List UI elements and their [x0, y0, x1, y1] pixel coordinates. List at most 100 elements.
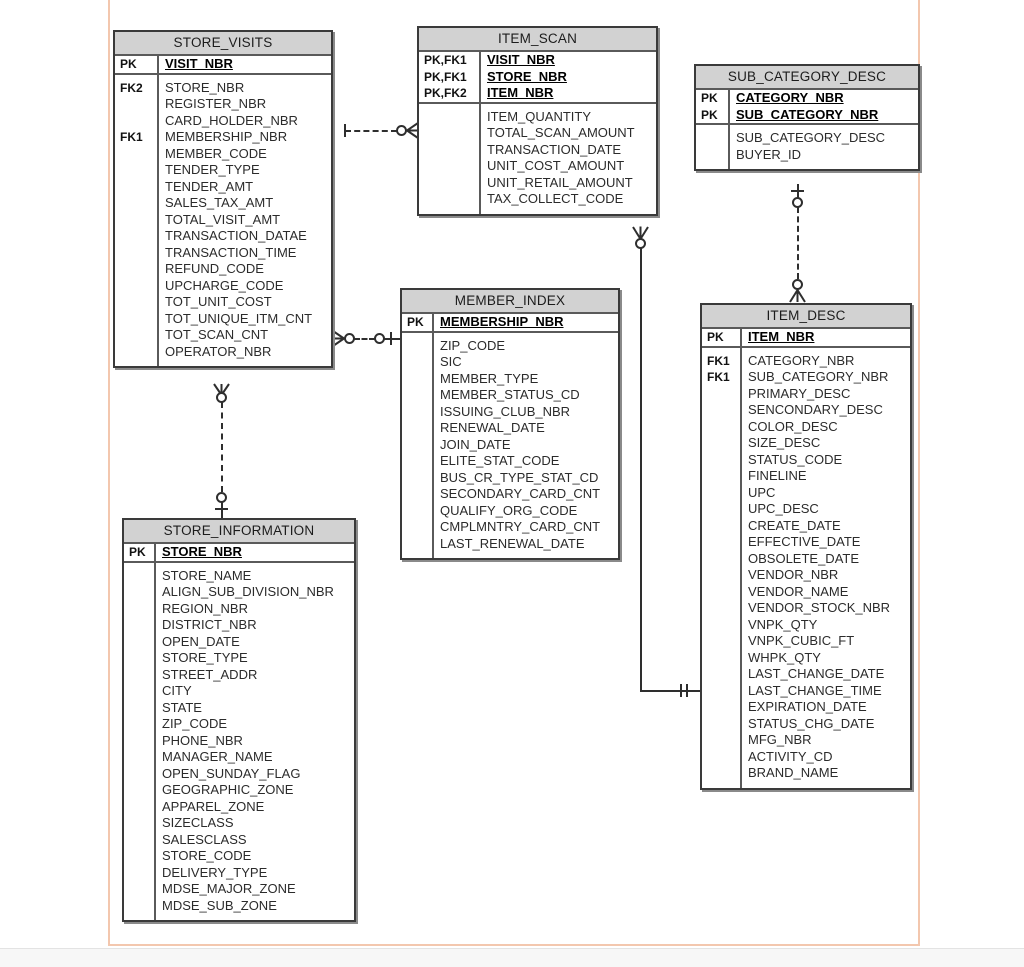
- attr-key-cell: [115, 162, 157, 179]
- attr-key-cell: [115, 311, 157, 328]
- attribute: QUALIFY_ORG_CODE: [440, 502, 578, 518]
- attr-key-cell: [124, 782, 154, 799]
- cardinality-optional-circle: [792, 197, 803, 208]
- attribute: GEOGRAPHIC_ZONE: [162, 782, 294, 797]
- attribute: REGION_NBR: [162, 600, 248, 616]
- attribute: OPERATOR_NBR: [165, 343, 272, 359]
- attribute: STORE_NBR: [165, 79, 245, 95]
- attribute: CREATE_DATE: [748, 517, 841, 533]
- entity-store-visits[interactable]: STORE_VISITS PK FK2 FK1 VISIT_NBR STORE_…: [113, 30, 333, 368]
- attr-key-cell: [115, 146, 157, 163]
- attribute: CMPLMNTRY_CARD_CNT: [440, 519, 601, 534]
- attr-key-cell: FK1: [707, 353, 730, 368]
- attribute: SECONDARY_CARD_CNT: [440, 486, 601, 501]
- entity-store-information[interactable]: STORE_INFORMATION PK STORE_NBR STORE_NAM…: [122, 518, 356, 922]
- attr-key-cell: [702, 402, 740, 419]
- attribute: SUB_CATEGORY_DESC: [736, 130, 886, 145]
- viewer-bottom-bar: [0, 948, 1024, 967]
- attribute: MEMBERSHIP_NBR: [165, 129, 288, 144]
- attr-key-cell: FK1: [707, 370, 730, 384]
- attribute: TENDER_TYPE: [165, 162, 260, 177]
- attr-key-cell: [124, 584, 154, 601]
- cardinality-optional-circle: [216, 492, 227, 503]
- attribute: STATE: [162, 699, 202, 715]
- attr-key-cell: [124, 683, 154, 700]
- attr-key-cell: [402, 503, 432, 520]
- attr-key-cell: [115, 179, 157, 196]
- entity-member-index[interactable]: MEMBER_INDEX PK MEMBERSHIP_NBR ZIP_CODE …: [400, 288, 620, 560]
- pk-key-cell: PK: [707, 330, 724, 344]
- pk-attribute: VISIT_NBR: [165, 56, 233, 71]
- pk-key-cell: PK: [129, 545, 146, 559]
- attr-key-cell: [402, 338, 432, 355]
- entity-title-store-information: STORE_INFORMATION: [124, 520, 354, 544]
- entity-title-store-visits: STORE_VISITS: [115, 32, 331, 56]
- attribute: BRAND_NAME: [748, 765, 839, 780]
- attribute: TRANSACTION_DATE: [487, 141, 622, 157]
- attr-key-cell: [702, 501, 740, 518]
- attribute: ITEM_QUANTITY: [487, 108, 592, 124]
- attr-key-cell: [402, 536, 432, 553]
- attribute: TOTAL_SCAN_AMOUNT: [487, 125, 635, 140]
- entity-item-desc[interactable]: ITEM_DESC PK FK1 FK1 ITEM_NBR CATEGORY_N…: [700, 303, 912, 790]
- attr-key-cell: [702, 386, 740, 403]
- attribute: SIZECLASS: [162, 815, 234, 830]
- attr-key-cell: [124, 832, 154, 849]
- pk-key-cell: PK: [701, 107, 718, 122]
- attr-key-cell: [702, 749, 740, 766]
- relationship-line: [797, 207, 799, 279]
- attr-key-cell: [115, 96, 157, 113]
- attribute: UNIT_RETAIL_AMOUNT: [487, 174, 633, 190]
- pk-key-cell: PK: [407, 315, 424, 329]
- attribute: ZIP_CODE: [162, 716, 228, 731]
- pk-key-cell: PK,FK1: [424, 69, 467, 84]
- pk-attribute: ITEM_NBR: [487, 85, 554, 100]
- cardinality-optional-circle: [635, 238, 646, 249]
- attr-key-cell: [702, 699, 740, 716]
- entity-item-scan[interactable]: ITEM_SCAN PK,FK1 PK,FK1 PK,FK2 VISIT_NBR…: [417, 26, 658, 216]
- attribute: TOT_UNIT_COST: [165, 294, 272, 309]
- attribute: MDSE_SUB_ZONE: [162, 897, 277, 913]
- attr-key-cell: [702, 419, 740, 436]
- attr-key-cell: [702, 468, 740, 485]
- attr-key-cell: [115, 245, 157, 262]
- attr-key-cell: [702, 732, 740, 749]
- attribute: WHPK_QTY: [748, 649, 821, 665]
- pk-key-cell: PK,FK2: [424, 86, 467, 100]
- entity-sub-category-desc[interactable]: SUB_CATEGORY_DESC PK PK CATEGORY_NBR SUB…: [694, 64, 920, 171]
- attr-key-cell: [124, 700, 154, 717]
- attr-key-cell: [124, 766, 154, 783]
- attr-key-cell: [124, 716, 154, 733]
- pk-attribute: CATEGORY_NBR: [736, 90, 844, 105]
- attribute: STATUS_CHG_DATE: [748, 715, 875, 731]
- attribute: MEMBER_CODE: [165, 145, 267, 161]
- attribute: JOIN_DATE: [440, 436, 511, 452]
- pk-key-cell: PK: [701, 91, 718, 105]
- attribute: TAX_COLLECT_CODE: [487, 191, 624, 206]
- attribute: MANAGER_NAME: [162, 749, 273, 764]
- cardinality-optional-circle: [374, 333, 385, 344]
- attribute: REFUND_CODE: [165, 261, 264, 276]
- attr-key-cell: [115, 228, 157, 245]
- attribute: VNPK_CUBIC_FT: [748, 633, 855, 648]
- attr-key-cell: [702, 452, 740, 469]
- attr-key-cell: [124, 650, 154, 667]
- attr-key-cell: [115, 261, 157, 278]
- attribute: UPC_DESC: [748, 501, 819, 516]
- attribute: EXPIRATION_DATE: [748, 699, 867, 714]
- entity-title-item-desc: ITEM_DESC: [702, 305, 910, 329]
- attr-key-cell: [124, 815, 154, 832]
- attribute: ZIP_CODE: [440, 337, 506, 353]
- attribute: MEMBER_TYPE: [440, 370, 539, 386]
- attribute: VENDOR_NBR: [748, 567, 839, 582]
- cardinality-one-bar: [686, 684, 688, 697]
- attr-key-cell: [402, 420, 432, 437]
- attr-key-cell: [124, 733, 154, 750]
- attribute: REGISTER_NBR: [165, 96, 267, 111]
- cardinality-one-bar: [344, 124, 346, 137]
- attribute: UPC: [748, 484, 776, 500]
- attribute: DELIVERY_TYPE: [162, 864, 268, 880]
- attr-key-cell: [419, 109, 479, 126]
- attr-key-cell: [702, 716, 740, 733]
- attribute: LAST_CHANGE_TIME: [748, 682, 882, 698]
